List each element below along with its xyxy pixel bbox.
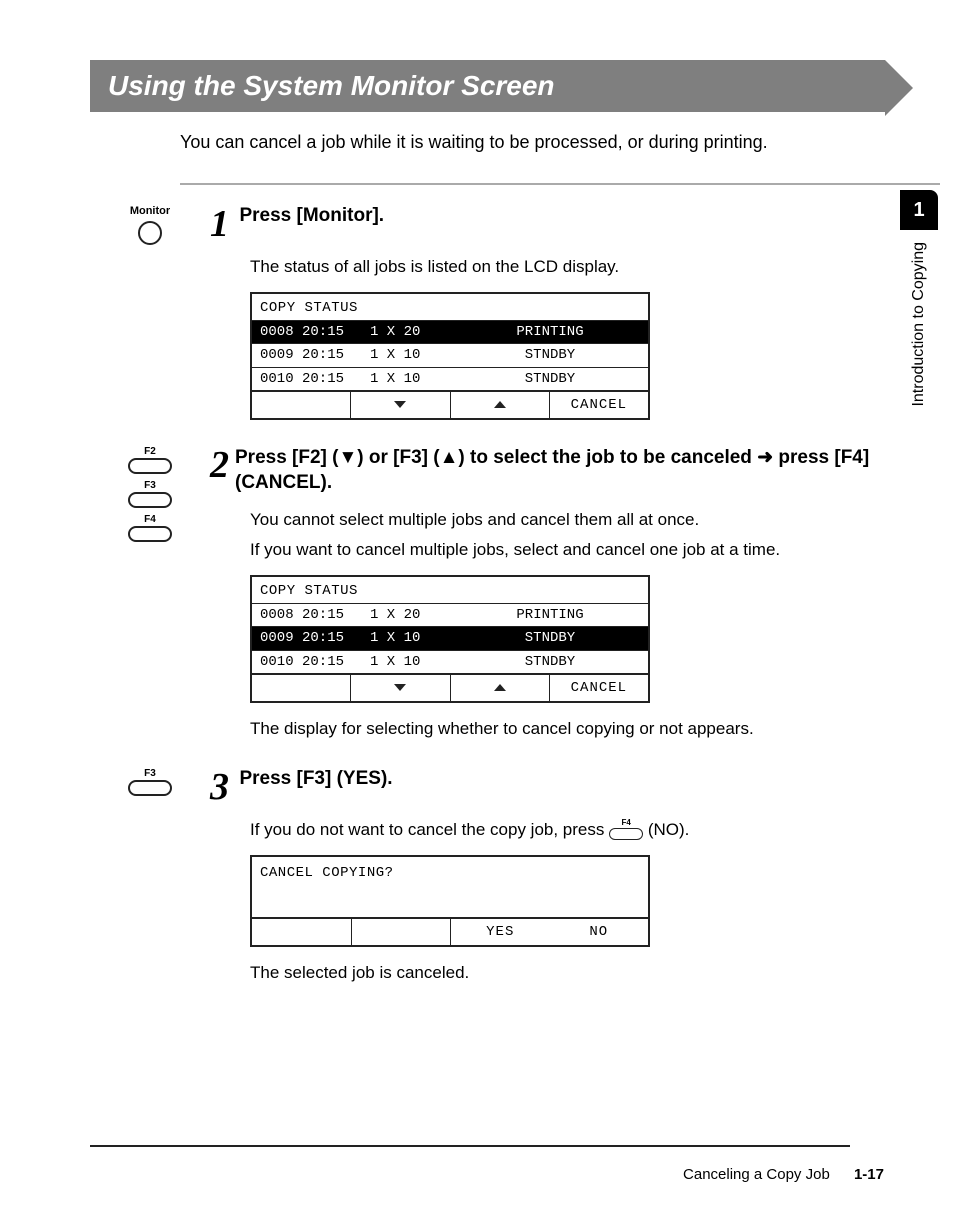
body-text-b: (NO). — [648, 820, 690, 839]
chapter-title: Introduction to Copying — [910, 242, 928, 407]
up-arrow-icon — [450, 392, 549, 418]
lcd-display-3: CANCEL COPYING? YES NO — [250, 855, 650, 948]
body-text-a: If you do not want to cancel the copy jo… — [250, 820, 609, 839]
lcd-fn-blank — [252, 675, 350, 701]
lcd-title: COPY STATUS — [252, 294, 648, 320]
lcd-softkeys: YES NO — [252, 917, 648, 945]
fkey-label: F3 — [144, 480, 156, 491]
lcd-fn-blank — [352, 919, 452, 945]
footer-section: Canceling a Copy Job — [683, 1166, 830, 1183]
intro-text: You can cancel a job while it is waiting… — [180, 132, 914, 153]
oval-icon — [128, 492, 172, 508]
step-heading: Press [F3] (YES). — [239, 768, 392, 789]
lcd-cell: 0008 20:15 — [260, 605, 370, 625]
step-heading: Press [Monitor]. — [239, 205, 384, 226]
lcd-cell: STNDBY — [460, 369, 640, 389]
fkey-label: F3 — [144, 768, 156, 779]
lcd-softkeys: CANCEL — [252, 390, 648, 418]
lcd-cell: PRINTING — [460, 322, 640, 342]
down-arrow-icon — [350, 392, 449, 418]
step-body-text: The status of all jobs is listed on the … — [250, 255, 914, 280]
lcd-cell: 0010 20:15 — [260, 369, 370, 389]
lcd-fn-cancel: CANCEL — [549, 392, 648, 418]
chapter-tab: 1 Introduction to Copying — [900, 190, 938, 470]
lcd-cell: 1 X 10 — [370, 345, 460, 365]
fkey-label: F4 — [144, 514, 156, 525]
lcd-title: COPY STATUS — [252, 577, 648, 603]
lcd-cell: 1 X 10 — [370, 628, 460, 648]
f3-key-icon: F3 — [128, 480, 172, 508]
lcd-row: 0009 20:15 1 X 10 STNDBY — [252, 626, 648, 649]
divider — [180, 183, 940, 185]
step-1: Monitor 1 Press [Monitor]. The status of… — [90, 205, 914, 420]
lcd-fn-no: NO — [550, 919, 649, 945]
lcd-softkeys: CANCEL — [252, 673, 648, 701]
lcd-fn-cancel: CANCEL — [549, 675, 648, 701]
step-heading: Press [F2] (▼) or [F3] (▲) to select the… — [235, 446, 914, 495]
fkey-label: F2 — [144, 446, 156, 457]
oval-icon — [609, 828, 643, 840]
step-body-text: If you want to cancel multiple jobs, sel… — [250, 538, 914, 563]
monitor-key-icon: Monitor — [111, 205, 189, 245]
lcd-cell: STNDBY — [460, 345, 640, 365]
lcd-fn-blank — [252, 392, 350, 418]
monitor-key-label: Monitor — [111, 205, 189, 217]
lcd-cell: STNDBY — [460, 652, 640, 672]
chapter-number: 1 — [900, 190, 938, 230]
lcd-cell: 0009 20:15 — [260, 628, 370, 648]
lcd-cell: 0008 20:15 — [260, 322, 370, 342]
step-body-text: The selected job is canceled. — [250, 961, 914, 986]
lcd-row: 0010 20:15 1 X 10 STNDBY — [252, 367, 648, 390]
f4-key-icon: F4 — [128, 514, 172, 542]
lcd-display-1: COPY STATUS 0008 20:15 1 X 20 PRINTING 0… — [250, 292, 650, 420]
step-number: 2 — [210, 446, 229, 495]
oval-icon — [128, 780, 172, 796]
lcd-cell: 0010 20:15 — [260, 652, 370, 672]
lcd-prompt: CANCEL COPYING? — [252, 857, 648, 917]
lcd-row: 0008 20:15 1 X 20 PRINTING — [252, 603, 648, 626]
step-body-text: The display for selecting whether to can… — [250, 717, 914, 742]
circle-icon — [138, 221, 162, 245]
lcd-cell: STNDBY — [460, 628, 640, 648]
step-2: F2 F3 F4 2 Press [F2] (▼) or [F3] (▲) to… — [90, 446, 914, 742]
page-heading: Using the System Monitor Screen — [90, 60, 885, 112]
oval-icon — [128, 526, 172, 542]
step-number: 3 — [210, 768, 229, 806]
oval-icon — [128, 458, 172, 474]
lcd-fn-blank — [252, 919, 352, 945]
lcd-row: 0009 20:15 1 X 10 STNDBY — [252, 343, 648, 366]
lcd-row: 0008 20:15 1 X 20 PRINTING — [252, 320, 648, 343]
lcd-cell: 1 X 10 — [370, 652, 460, 672]
step-body-text: You cannot select multiple jobs and canc… — [250, 508, 914, 533]
lcd-display-2: COPY STATUS 0008 20:15 1 X 20 PRINTING 0… — [250, 575, 650, 703]
down-arrow-icon — [350, 675, 449, 701]
step-body-text: If you do not want to cancel the copy jo… — [250, 818, 914, 843]
footer-page-number: 1-17 — [854, 1166, 884, 1183]
lcd-cell: 1 X 20 — [370, 605, 460, 625]
f3-key-icon: F3 — [128, 768, 172, 796]
lcd-fn-yes: YES — [451, 919, 550, 945]
step-number: 1 — [210, 205, 229, 243]
f4-key-inline-icon: F4 — [609, 817, 643, 841]
step-3: F3 3 Press [F3] (YES). If you do not wan… — [90, 768, 914, 986]
f2-key-icon: F2 — [128, 446, 172, 474]
page-footer: Canceling a Copy Job 1-17 — [683, 1166, 884, 1183]
lcd-row: 0010 20:15 1 X 10 STNDBY — [252, 650, 648, 673]
lcd-cell: 1 X 20 — [370, 322, 460, 342]
lcd-cell: 0009 20:15 — [260, 345, 370, 365]
up-arrow-icon — [450, 675, 549, 701]
fkey-label: F4 — [621, 817, 630, 829]
lcd-cell: 1 X 10 — [370, 369, 460, 389]
lcd-cell: PRINTING — [460, 605, 640, 625]
footer-rule — [90, 1145, 850, 1147]
